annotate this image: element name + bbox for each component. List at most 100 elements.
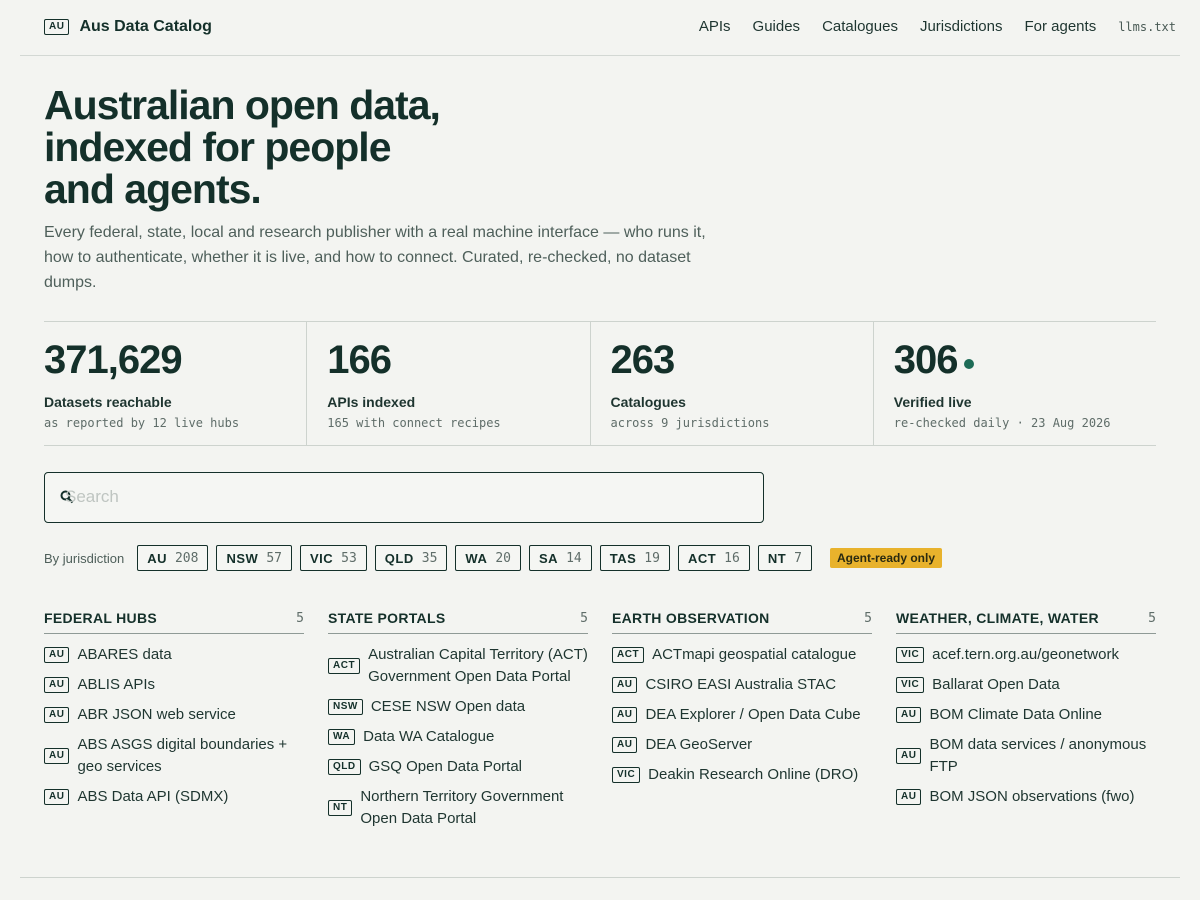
chip-count: 16 xyxy=(724,550,740,566)
stat-note: across 9 jurisdictions xyxy=(610,416,770,430)
jurisdiction-chip-au[interactable]: AU 208 xyxy=(137,545,209,571)
item-name: ACTmapi geospatial catalogue xyxy=(652,646,857,663)
jurisdiction-tag: AU xyxy=(612,707,638,723)
chip-count: 14 xyxy=(566,550,582,566)
main-nav: APIs Guides Catalogues Jurisdictions For… xyxy=(699,18,1176,35)
stat-apis: 166 APIs indexed 165 with connect recipe… xyxy=(306,322,589,445)
list-item[interactable]: NT Northern Territory Government Open Dat… xyxy=(328,786,588,830)
nav-link-guides[interactable]: Guides xyxy=(753,18,801,35)
list-item[interactable]: AU BOM data services / anonymous FTP xyxy=(896,734,1156,778)
item-name: BOM data services / anonymous FTP xyxy=(929,736,1147,775)
item-name: ABR JSON web service xyxy=(77,706,236,723)
jurisdiction-tag: AU xyxy=(44,748,70,764)
chip-count: 7 xyxy=(794,550,802,566)
list-item[interactable]: QLD GSQ Open Data Portal xyxy=(328,756,588,778)
list-item[interactable]: VIC Deakin Research Online (DRO) xyxy=(612,764,872,786)
list-item[interactable]: AU ABLIS APIs xyxy=(44,674,304,696)
list-item[interactable]: NSW CESE NSW Open data xyxy=(328,696,588,718)
list-item[interactable]: AU DEA Explorer / Open Data Cube xyxy=(612,704,872,726)
list-item[interactable]: WA Data WA Catalogue xyxy=(328,726,588,748)
nav-link-jurisdictions[interactable]: Jurisdictions xyxy=(920,18,1003,35)
chip-code: SA xyxy=(539,550,559,566)
jurisdiction-tag: WA xyxy=(328,729,356,745)
stat-label: Catalogues xyxy=(610,394,686,410)
search-input[interactable] xyxy=(65,473,755,521)
chip-count: 57 xyxy=(266,550,282,566)
page-subtitle: Every federal, state, local and research… xyxy=(44,224,706,291)
chip-code: ACT xyxy=(687,550,717,566)
jurisdiction-tag: VIC xyxy=(612,767,641,783)
filters-label: By jurisdiction xyxy=(44,550,125,566)
nav-link-apis[interactable]: APIs xyxy=(699,18,731,35)
category-earth-observation: EARTH OBSERVATION 5 ACT ACTmapi geospatia… xyxy=(612,604,872,794)
item-name: DEA GeoServer xyxy=(645,736,753,753)
chip-code: AU xyxy=(147,550,167,566)
chip-code: TAS xyxy=(609,550,637,566)
list-item[interactable]: AU ABS ASGS digital boundaries + geo serv… xyxy=(44,734,304,778)
item-name: Australian Capital Territory (ACT) Gover… xyxy=(368,646,588,685)
stat-label: Datasets reachable xyxy=(44,394,172,410)
stat-verified-live: 306 Verified live re-checked daily · 23 … xyxy=(872,322,1156,445)
stat-value-wrapper: 306 xyxy=(894,338,1156,382)
chip-code: WA xyxy=(465,550,488,566)
list-item[interactable]: ACT ACTmapi geospatial catalogue xyxy=(612,644,872,666)
list-item[interactable]: AU BOM Climate Data Online xyxy=(896,704,1156,726)
jurisdiction-tag: AU xyxy=(896,748,922,764)
chip-count: 53 xyxy=(341,550,357,566)
list-item[interactable]: AU ABARES data xyxy=(44,644,304,666)
jurisdiction-tag: ACT xyxy=(612,647,645,663)
jurisdiction-chip-tas[interactable]: TAS 19 xyxy=(599,545,670,571)
list-item[interactable]: ACT Australian Capital Territory (ACT) Go… xyxy=(328,644,588,688)
nav-link-llms-txt[interactable]: llms.txt xyxy=(1118,20,1176,34)
list-item[interactable]: AU ABR JSON web service xyxy=(44,704,304,726)
chip-code: NT xyxy=(767,550,787,566)
category-header: EARTH OBSERVATION 5 xyxy=(612,604,872,634)
jurisdiction-tag: AU xyxy=(896,789,922,805)
stat-value: 166 xyxy=(327,338,392,382)
chip-count: 20 xyxy=(495,550,512,566)
jurisdiction-tag: NSW xyxy=(328,699,363,715)
jurisdiction-chip-act[interactable]: ACT 16 xyxy=(677,545,750,571)
item-name: Data WA Catalogue xyxy=(363,728,495,745)
category-state-portals: STATE PORTALS 5 ACT Australian Capital Te… xyxy=(328,604,588,838)
item-name: ABARES data xyxy=(77,646,172,663)
brand-logo-link[interactable]: AU Aus Data Catalog xyxy=(44,18,212,36)
list-item[interactable]: VIC acef.tern.org.au/geonetwork xyxy=(896,644,1156,666)
search-box xyxy=(44,472,764,523)
jurisdiction-tag: QLD xyxy=(328,759,361,775)
jurisdiction-chip-wa[interactable]: WA 20 xyxy=(455,545,522,571)
jurisdiction-chip-sa[interactable]: SA 14 xyxy=(529,545,592,571)
jurisdiction-chip-nsw[interactable]: NSW 57 xyxy=(216,545,292,571)
stats-row: 371,629 Datasets reachable as reported b… xyxy=(44,321,1156,446)
category-count: 5 xyxy=(580,611,588,626)
jurisdiction-tag: AU xyxy=(612,677,638,693)
brand-name: Aus Data Catalog xyxy=(79,18,212,35)
jurisdiction-tag: AU xyxy=(44,647,70,663)
item-name: CSIRO EASI Australia STAC xyxy=(645,676,837,693)
category-header: FEDERAL HUBS 5 xyxy=(44,604,304,634)
stat-value: 306 xyxy=(893,338,959,382)
list-item[interactable]: VIC Ballarat Open Data xyxy=(896,674,1156,696)
jurisdiction-chip-qld[interactable]: QLD 35 xyxy=(374,545,448,571)
category-count: 5 xyxy=(1148,611,1156,626)
list-item[interactable]: AU DEA GeoServer xyxy=(612,734,872,756)
jurisdiction-chip-nt[interactable]: NT 7 xyxy=(757,545,812,571)
agent-ready-toggle[interactable]: Agent-ready only xyxy=(829,548,942,568)
nav-link-for-agents[interactable]: For agents xyxy=(1024,18,1096,35)
nav-link-catalogues[interactable]: Catalogues xyxy=(822,18,898,35)
jurisdiction-filters: By jurisdiction AU 208 NSW 57 VIC 53 QLD 35 … xyxy=(44,545,942,571)
list-item[interactable]: AU CSIRO EASI Australia STAC xyxy=(612,674,872,696)
item-name: DEA Explorer / Open Data Cube xyxy=(645,706,861,723)
top-bar: AU Aus Data Catalog APIs Guides Catalogu… xyxy=(20,0,1180,56)
category-title: FEDERAL HUBS xyxy=(44,610,158,626)
stat-note: 165 with connect recipes xyxy=(327,416,501,430)
jurisdiction-chip-vic[interactable]: VIC 53 xyxy=(299,545,367,571)
category-header: WEATHER, CLIMATE, WATER 5 xyxy=(896,604,1156,634)
category-federal-hubs: FEDERAL HUBS 5 AU ABARES data AU ABLIS API… xyxy=(44,604,304,816)
stat-note: re-checked daily · 23 Aug 2026 xyxy=(893,416,1111,430)
jurisdiction-tag: ACT xyxy=(328,658,361,674)
list-item[interactable]: AU ABS Data API (SDMX) xyxy=(44,786,304,808)
list-item[interactable]: AU BOM JSON observations (fwo) xyxy=(896,786,1156,808)
stat-label: APIs indexed xyxy=(327,394,416,410)
category-count: 5 xyxy=(864,611,872,626)
